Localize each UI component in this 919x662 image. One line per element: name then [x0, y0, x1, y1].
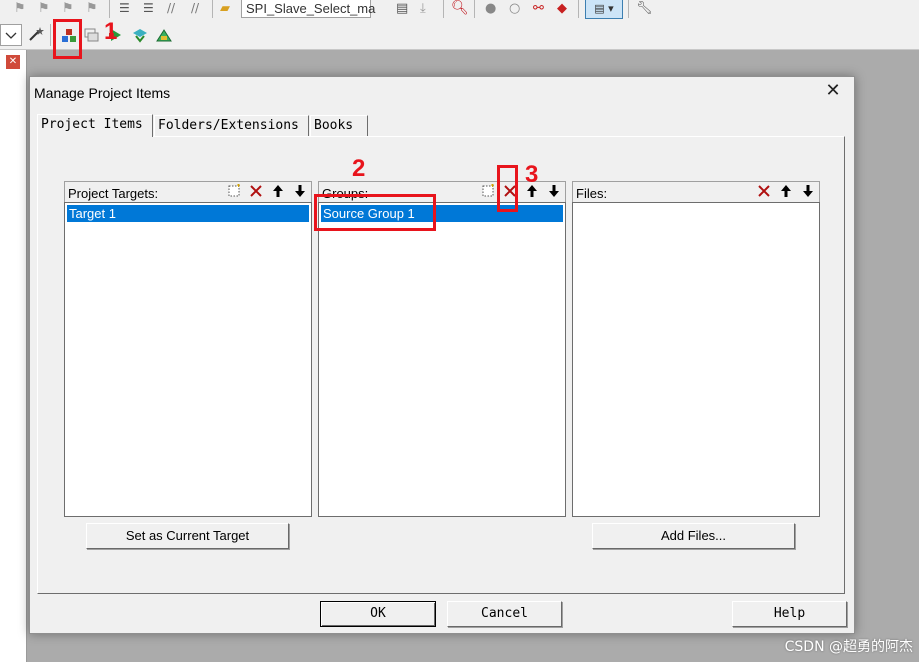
toolbar-separator — [212, 0, 213, 18]
close-file-icon[interactable]: ✕ — [6, 55, 20, 69]
build-icon[interactable] — [132, 27, 148, 43]
new-icon[interactable] — [479, 184, 497, 200]
toolbar-top: ⚑ ⚑ ⚑ ⚑ ☰ ☰ // // ▰ SPI_Slave_Select_ma … — [0, 0, 919, 20]
cancel-button[interactable]: Cancel — [447, 601, 562, 627]
uncomment-icon[interactable]: // — [191, 1, 207, 17]
comment-icon[interactable]: // — [167, 1, 183, 17]
project-targets-list[interactable]: Target 1 — [64, 202, 312, 517]
wrench-icon[interactable]: 🔧︎ — [636, 1, 653, 17]
groups-list[interactable]: Source Group 1 — [318, 202, 566, 517]
files-list[interactable] — [572, 202, 820, 517]
set-as-current-target-button[interactable]: Set as Current Target — [86, 523, 289, 549]
rebuild-icon[interactable] — [156, 27, 172, 43]
ok-button[interactable]: OK — [320, 601, 436, 627]
help-button[interactable]: Help — [732, 601, 847, 627]
download-icon[interactable]: ⤓ — [420, 1, 436, 17]
annotation-number-3: 3 — [525, 161, 539, 188]
annotation-number-1: 1 — [104, 18, 118, 45]
magic-wand-icon[interactable] — [28, 26, 44, 42]
toolbar-separator — [474, 0, 475, 18]
project-targets-panel: Project Targets: Target 1 — [64, 181, 312, 517]
list-item[interactable]: Target 1 — [67, 205, 309, 222]
delete-icon[interactable] — [755, 184, 773, 200]
delete-icon[interactable] — [247, 184, 265, 200]
project-targets-header: Project Targets: — [64, 181, 312, 202]
files-panel: Files: — [572, 181, 820, 517]
open-folder-icon[interactable]: ▰ — [220, 1, 236, 17]
dialog-title: Manage Project Items — [34, 85, 171, 101]
annotation-box-2 — [314, 194, 436, 231]
toolbar-separator — [443, 0, 444, 18]
toolbar-separator — [628, 0, 629, 18]
manage-project-items-dialog: Manage Project Items ✕ Project Items Fol… — [29, 76, 855, 634]
move-up-icon[interactable] — [269, 184, 287, 200]
project-targets-label: Project Targets: — [68, 186, 159, 201]
toolbar-separator — [109, 0, 110, 18]
stack-icon[interactable] — [84, 27, 100, 43]
annotation-number-2: 2 — [352, 155, 366, 182]
tab-folders-extensions[interactable]: Folders/Extensions — [154, 115, 309, 136]
new-icon[interactable] — [225, 184, 243, 200]
annotation-box-1 — [53, 19, 82, 59]
move-up-icon[interactable] — [777, 184, 795, 200]
flag-icon[interactable]: ⚑ — [38, 1, 54, 17]
window-icon[interactable]: ▤ ▾ — [585, 0, 623, 19]
watermark: CSDN @超勇的阿杰 — [784, 639, 913, 655]
combo-arrow-icon[interactable] — [0, 24, 22, 46]
close-icon[interactable]: ✕ — [824, 82, 842, 100]
groups-panel: Groups: Source Group 1 — [318, 181, 566, 517]
flag-icon[interactable]: ⚑ — [14, 1, 30, 17]
target-select[interactable]: SPI_Slave_Select_ma — [241, 0, 375, 18]
load-icon[interactable]: ▤ — [396, 1, 412, 17]
toolbar-separator — [578, 0, 579, 18]
move-down-icon[interactable] — [545, 184, 563, 200]
outdent-icon[interactable]: ☰ — [143, 1, 159, 17]
circle-icon[interactable]: ● — [485, 1, 501, 17]
files-label: Files: — [576, 186, 608, 201]
indent-icon[interactable]: ☰ — [119, 1, 135, 17]
add-files-button[interactable]: Add Files... — [592, 523, 795, 549]
editor-left-strip — [0, 50, 27, 662]
fire-icon[interactable]: ◆ — [557, 1, 573, 17]
flag-icon[interactable]: ⚑ — [62, 1, 78, 17]
circle-outline-icon[interactable]: ○ — [509, 1, 525, 17]
annotation-box-3 — [497, 165, 518, 212]
toolbar-separator — [50, 24, 51, 46]
find-icon[interactable]: 🔍︎ — [451, 0, 469, 16]
flag-icon[interactable]: ⚑ — [86, 1, 102, 17]
files-header: Files: — [572, 181, 820, 202]
tab-project-items[interactable]: Project Items — [37, 114, 153, 137]
move-down-icon[interactable] — [799, 184, 817, 200]
tab-books[interactable]: Books — [310, 115, 368, 136]
move-down-icon[interactable] — [291, 184, 309, 200]
link-icon[interactable]: ⚯ — [533, 1, 549, 17]
